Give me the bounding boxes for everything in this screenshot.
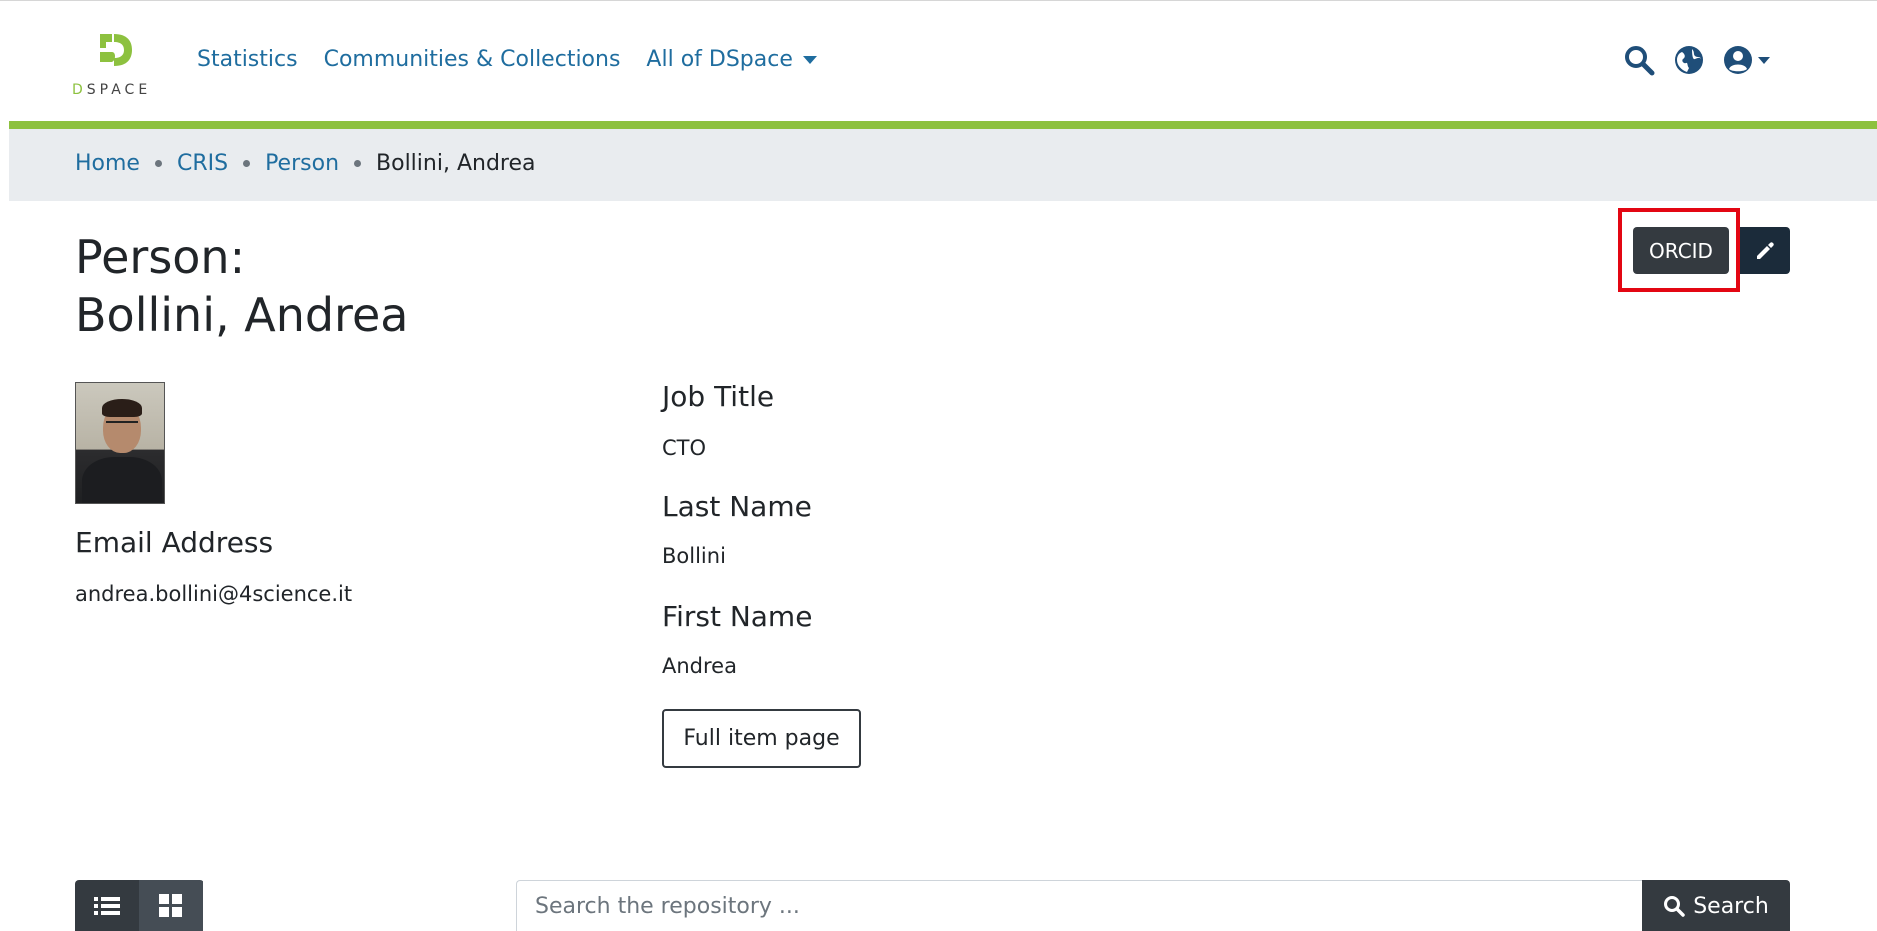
email-label: Email Address	[75, 526, 274, 559]
dspace-logo[interactable]: DSPACE	[72, 30, 164, 102]
breadcrumb-cris[interactable]: CRIS	[177, 151, 228, 176]
main-nav: Statistics Communities & Collections All…	[197, 47, 817, 72]
grid-view-icon	[159, 894, 182, 917]
user-menu[interactable]	[1721, 42, 1771, 78]
job-title-label: Job Title	[662, 380, 775, 413]
page-title-prefix: Person:	[75, 230, 246, 284]
breadcrumb-separator	[154, 160, 162, 167]
repository-search: Search	[516, 880, 1790, 931]
search-button[interactable]: Search	[1642, 880, 1790, 931]
page-title: Person: Bollini, Andrea	[75, 228, 408, 344]
breadcrumb-separator	[243, 160, 251, 167]
dspace-logo-icon	[100, 34, 132, 66]
chevron-down-icon	[1758, 56, 1770, 64]
grid-view-button[interactable]	[139, 880, 203, 931]
header-actions	[1621, 42, 1771, 78]
email-value: andrea.bollini@4science.it	[75, 582, 353, 606]
pencil-icon	[1757, 241, 1774, 259]
search-button-label: Search	[1693, 893, 1769, 919]
job-title-value: CTO	[662, 436, 707, 460]
breadcrumb-separator	[354, 160, 362, 167]
nav-all-of-dspace[interactable]: All of DSpace	[646, 47, 817, 72]
edit-button[interactable]	[1740, 227, 1790, 274]
orcid-button[interactable]: ORCID	[1633, 227, 1729, 274]
page-title-name: Bollini, Andrea	[75, 288, 409, 342]
nav-statistics[interactable]: Statistics	[197, 47, 298, 72]
user-circle-icon	[1724, 46, 1752, 74]
nav-communities-collections[interactable]: Communities & Collections	[324, 47, 621, 72]
dspace-logo-text: DSPACE	[72, 82, 152, 98]
list-view-button[interactable]	[75, 880, 139, 931]
breadcrumb-home[interactable]: Home	[75, 151, 140, 176]
view-mode-toggle	[75, 880, 204, 931]
last-name-value: Bollini	[662, 544, 726, 568]
globe-icon[interactable]	[1671, 42, 1707, 78]
person-photo	[75, 382, 165, 504]
chevron-down-icon	[802, 56, 817, 64]
breadcrumb: Home CRIS Person Bollini, Andrea	[9, 129, 1877, 201]
breadcrumb-current: Bollini, Andrea	[376, 151, 536, 176]
search-icon	[1664, 896, 1685, 917]
header-accent-bar	[9, 121, 1877, 129]
breadcrumb-person[interactable]: Person	[265, 151, 339, 176]
search-input[interactable]	[516, 880, 1642, 931]
search-icon[interactable]	[1621, 42, 1657, 78]
nav-all-of-dspace-label: All of DSpace	[646, 47, 793, 72]
list-view-icon	[94, 897, 120, 915]
last-name-label: Last Name	[662, 490, 812, 523]
first-name-label: First Name	[662, 600, 813, 633]
full-item-page-button[interactable]: Full item page	[662, 709, 861, 768]
first-name-value: Andrea	[662, 654, 737, 678]
